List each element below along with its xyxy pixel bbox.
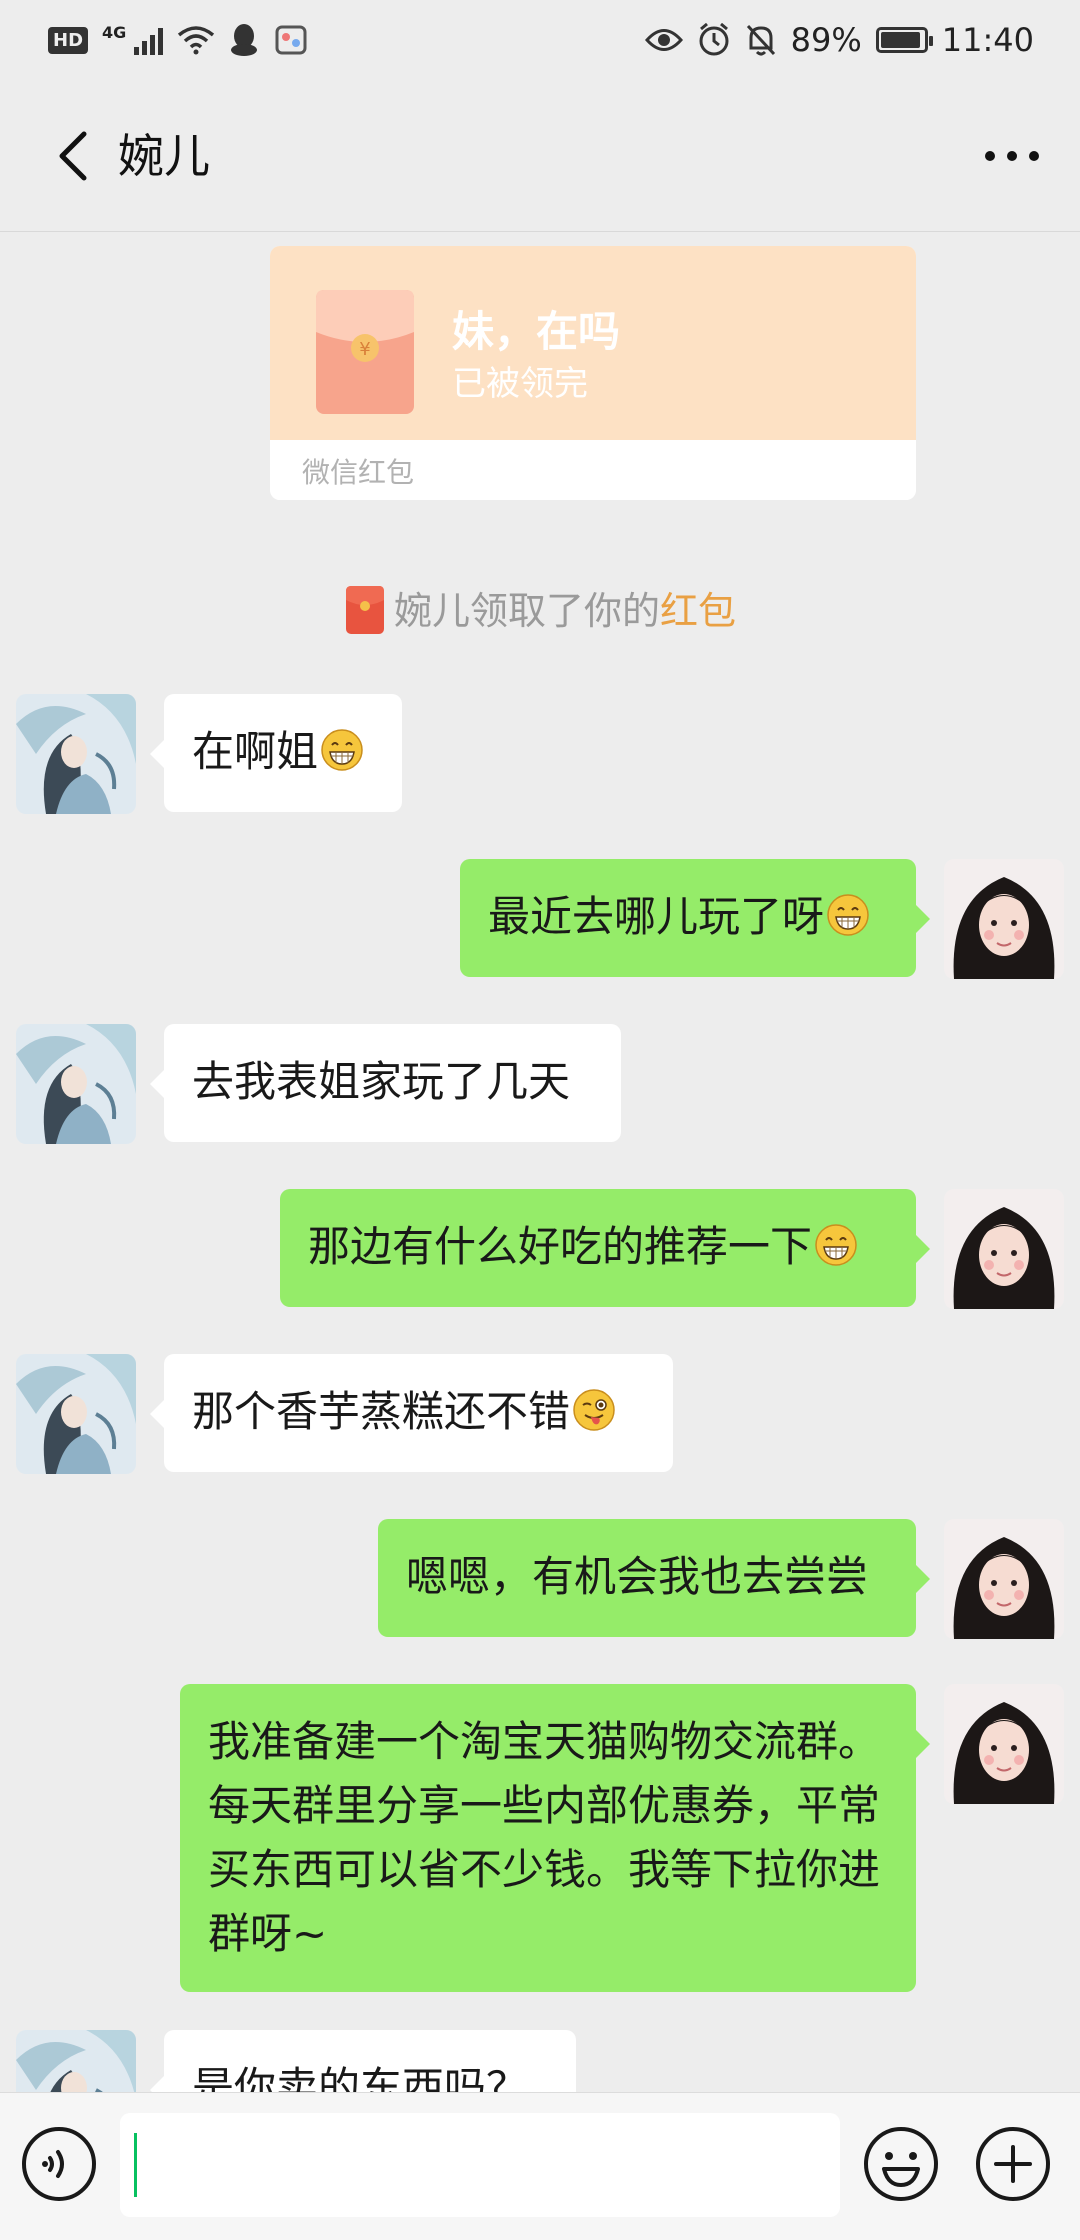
outgoing-message-bubble[interactable]: 嗯嗯，有机会我也去尝尝 [378, 1519, 930, 1637]
red-packet-card[interactable]: ¥ 妹，在吗 已被领完 微信红包 [270, 246, 916, 500]
eye-icon [644, 29, 683, 51]
red-packet-status: 已被领完 [452, 364, 588, 404]
my-avatar[interactable] [944, 1684, 1064, 1804]
status-left: HD 4G [48, 23, 309, 57]
voice-icon[interactable] [20, 2125, 98, 2203]
text-cursor [134, 2133, 137, 2197]
message-text: 我准备建一个淘宝天猫购物交流群。每天群里分享一些内部优惠券，平常买东西可以省不少… [208, 1717, 881, 1958]
chat-header: 婉儿 [0, 80, 1080, 232]
my-avatar[interactable] [944, 1189, 1064, 1309]
signal-icon [134, 25, 164, 55]
incoming-message-bubble[interactable]: 那个香芋蒸糕还不错 [150, 1354, 673, 1472]
status-bar: HD 4G 89% 11:40 [0, 0, 1080, 80]
emoji-icon[interactable] [862, 2125, 940, 2203]
chevron-left-icon[interactable] [48, 128, 104, 184]
plus-icon[interactable] [974, 2125, 1052, 2203]
mute-bell-icon [746, 24, 775, 56]
message-text: 在啊姐 [192, 727, 319, 776]
message-text: 嗯嗯，有机会我也去尝尝 [406, 1552, 869, 1601]
outgoing-message-bubble[interactable]: 最近去哪儿玩了呀 [460, 859, 930, 977]
grin-emoji-icon [824, 892, 870, 941]
hd-indicator: HD [48, 26, 89, 54]
system-message: 婉儿领取了你的红包 [0, 580, 1080, 636]
alarm-icon [699, 23, 729, 56]
contact-avatar[interactable] [16, 1354, 136, 1474]
battery-percent: 89% [790, 21, 862, 59]
wifi-icon [178, 26, 215, 55]
incoming-message-bubble[interactable]: 在啊姐 [150, 694, 402, 812]
battery-icon [875, 27, 933, 53]
contact-avatar[interactable] [16, 694, 136, 814]
system-message-text: 婉儿领取了你的 [393, 589, 660, 633]
grin-emoji-icon [318, 727, 364, 776]
page-title: 婉儿 [118, 129, 210, 183]
my-avatar[interactable] [944, 1519, 1064, 1639]
message-text: 去我表姐家玩了几天 [192, 1057, 571, 1106]
red-packet-top: ¥ 妹，在吗 已被领完 [270, 246, 916, 440]
app-notification-icon [275, 25, 307, 55]
status-right: 89% 11:40 [644, 21, 1034, 59]
outgoing-message-bubble[interactable]: 那边有什么好吃的推荐一下 [280, 1189, 930, 1307]
my-avatar[interactable] [944, 859, 1064, 979]
message-input[interactable] [120, 2113, 840, 2217]
message-text: 那个香芋蒸糕还不错 [192, 1387, 571, 1436]
red-envelope-icon: ¥ [316, 290, 414, 414]
message-text: 那边有什么好吃的推荐一下 [308, 1222, 813, 1271]
red-packet-label: 微信红包 [302, 456, 415, 489]
red-packet-greeting: 妹，在吗 [452, 307, 621, 356]
svg-text:¥: ¥ [359, 339, 370, 360]
contact-avatar[interactable] [16, 1024, 136, 1144]
wink-tongue-emoji-icon [570, 1387, 616, 1436]
clock: 11:40 [941, 21, 1034, 59]
qq-icon [231, 24, 258, 56]
grin-emoji-icon [812, 1222, 858, 1271]
incoming-message-bubble[interactable]: 去我表姐家玩了几天 [150, 1024, 621, 1142]
more-dots-icon[interactable] [982, 136, 1042, 176]
outgoing-message-bubble[interactable]: 我准备建一个淘宝天猫购物交流群。每天群里分享一些内部优惠券，平常买东西可以省不少… [180, 1684, 930, 1992]
network-type: 4G [102, 23, 127, 42]
red-packet-footer: 微信红包 [270, 440, 916, 500]
red-packet-link[interactable]: 红包 [660, 589, 736, 633]
input-bar [0, 2092, 1080, 2240]
red-envelope-small-icon [345, 586, 384, 634]
message-text: 最近去哪儿玩了呀 [488, 892, 825, 941]
